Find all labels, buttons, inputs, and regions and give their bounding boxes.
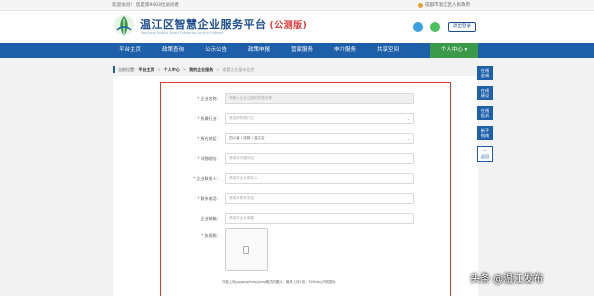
email-input[interactable]: 请填写企业邮箱 bbox=[225, 213, 414, 224]
online-suggestion-button[interactable]: 在线 建议 bbox=[477, 86, 493, 100]
nav-item-personal-center[interactable]: 个人中心 ▾ bbox=[430, 43, 478, 58]
company-name-field[interactable]: 请输入企业注册的完整名称 bbox=[225, 93, 414, 104]
industry-select[interactable]: 请选择所属行业 ⌄ bbox=[225, 113, 414, 124]
email-label: 企业邮箱: bbox=[200, 216, 218, 221]
breadcrumb-marker bbox=[113, 66, 115, 73]
beginner-guide-button[interactable]: 新手 指南 bbox=[477, 126, 493, 140]
chevron-down-icon: ⌄ bbox=[406, 116, 410, 121]
license-upload-box[interactable] bbox=[225, 228, 268, 271]
phone-label: * 联系电话: bbox=[197, 196, 218, 201]
location-text: 成都市温江区人民政府 bbox=[425, 3, 470, 8]
breadcrumb-separator: > bbox=[216, 67, 220, 72]
industry-label: * 所属行业: bbox=[197, 116, 218, 121]
welcome-text: 欢迎访问！ 您是第9403位访问者 bbox=[112, 3, 179, 8]
source-watermark: 头条 @温江发布 bbox=[470, 274, 544, 285]
location-info: 成都市温江区人民政府 bbox=[418, 2, 470, 8]
platform-title-text: 温江区智慧企业服务平台 bbox=[140, 18, 267, 31]
breadcrumb-item-home[interactable]: 平台主页 bbox=[138, 67, 154, 73]
breadcrumb-item-my-services[interactable]: 我的企业服务 bbox=[189, 67, 213, 73]
contact-person-label: * 企业联系人: bbox=[193, 176, 218, 181]
company-name-label: * 企业名称: bbox=[197, 96, 218, 101]
logout-button[interactable]: 退出登录 bbox=[448, 22, 476, 32]
address-input[interactable]: 请填写详细地址 bbox=[225, 153, 414, 164]
online-consult-button[interactable]: 在线 咨询 bbox=[477, 66, 493, 80]
breadcrumb-item-personal-center[interactable]: 个人中心 bbox=[164, 67, 180, 73]
main-nav: 平台主页 政策查询 公示公告 政策申报 营家服务 申介服务 共享空间 个人中心 … bbox=[0, 43, 594, 58]
region-label: * 所在地区: bbox=[197, 136, 218, 141]
nav-item-home[interactable]: 平台主页 bbox=[110, 43, 150, 58]
platform-subtitle: Wenjiang District Smart Enterprise Servi… bbox=[141, 31, 224, 35]
platform-logo-icon bbox=[114, 15, 134, 36]
top-info-bar: 欢迎访问！ 您是第9403位访问者 成都市温江区人民政府 bbox=[0, 0, 594, 11]
breadcrumb-item-current: 查看企业基本信息 bbox=[222, 66, 255, 72]
breadcrumb-separator: > bbox=[157, 67, 161, 72]
license-label: * 执照照: bbox=[201, 233, 218, 238]
nav-item-shared-space[interactable]: 共享空间 bbox=[368, 43, 408, 58]
upload-hint: 只能上传jpg/png/bmp/jpeg格式的图片，最多上传1张，500kb以内… bbox=[222, 280, 337, 284]
breadcrumb: 当前位置: 平台主页 > 个人中心 > 我的企业服务 > 查看企业基本信息 bbox=[113, 64, 478, 75]
phone-input[interactable]: 请填写联系电话 bbox=[225, 193, 414, 204]
nav-item-intermediary-service[interactable]: 申介服务 bbox=[325, 43, 365, 58]
nav-item-policy-query[interactable]: 政策查询 bbox=[153, 43, 193, 58]
breadcrumb-separator: > bbox=[182, 67, 187, 72]
nav-item-announcements[interactable]: 公示公告 bbox=[196, 43, 236, 58]
nav-item-business-service[interactable]: 营家服务 bbox=[282, 43, 322, 58]
address-label: * 详细地址: bbox=[197, 156, 218, 161]
contact-person-input[interactable]: 请填写企业联系人 bbox=[225, 173, 414, 184]
breadcrumb-prefix: 当前位置: bbox=[118, 66, 136, 72]
upload-file-icon bbox=[243, 246, 249, 254]
platform-title: 温江区智慧企业服务平台 (公测版) bbox=[140, 16, 307, 32]
weibo-icon[interactable] bbox=[413, 22, 423, 32]
nav-item-policy-apply[interactable]: 政策申报 bbox=[239, 43, 279, 58]
beta-badge: (公测版) bbox=[269, 21, 308, 31]
chevron-down-icon: ⌄ bbox=[406, 136, 410, 141]
wechat-icon[interactable] bbox=[430, 22, 440, 32]
back-to-top-button[interactable]: ^ 返回 bbox=[477, 146, 493, 162]
online-complaint-button[interactable]: 在线 投诉 bbox=[477, 106, 493, 120]
location-icon bbox=[418, 2, 423, 8]
region-select[interactable]: 四川省 / 成都 / 温江区 ⌄ bbox=[225, 133, 414, 144]
